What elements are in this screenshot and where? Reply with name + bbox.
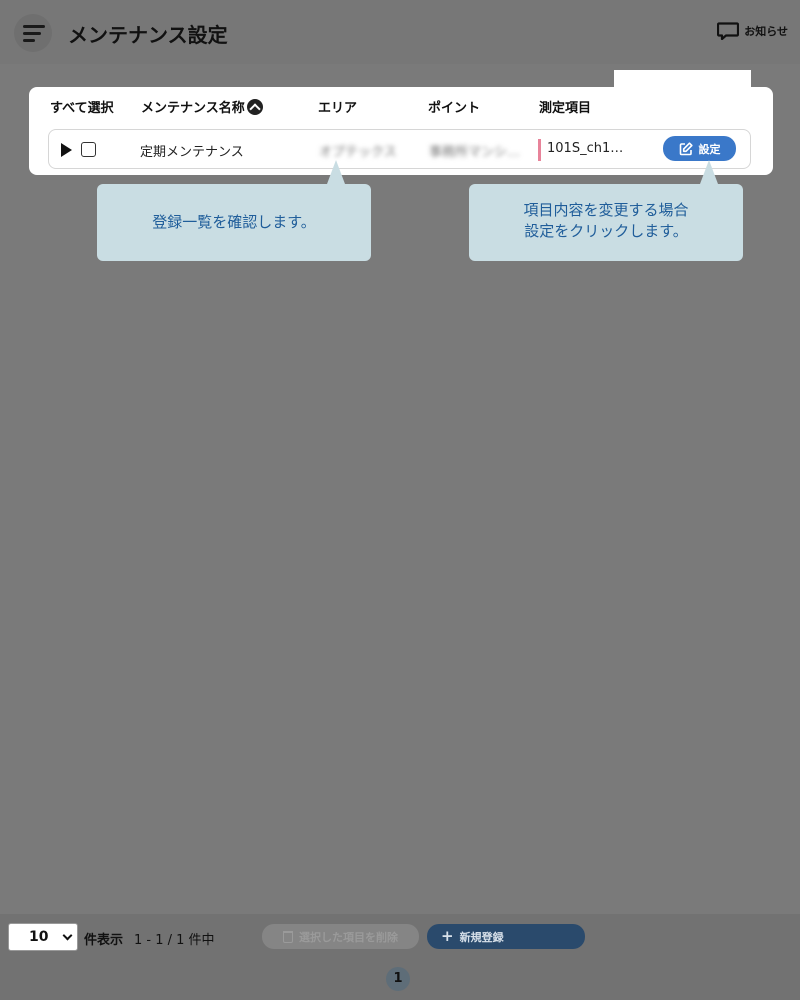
chevron-down-icon xyxy=(62,930,73,941)
delete-selected-label: 選択した項目を削除 xyxy=(299,930,398,944)
maintenance-table: すべて選択 メンテナンス名称 エリア ポイント 測定項目 定期メンテナンス オプ… xyxy=(29,87,773,175)
page-title: メンテナンス設定 xyxy=(68,23,228,47)
callout-edit-settings: 項目内容を変更する場合 設定をクリックします。 xyxy=(469,160,743,261)
expand-triangle-icon[interactable] xyxy=(61,143,72,157)
column-header-name[interactable]: メンテナンス名称 xyxy=(141,97,263,116)
sort-ascending-icon[interactable] xyxy=(246,99,263,115)
settings-button-label: 設定 xyxy=(698,142,721,156)
select-all-header[interactable]: すべて選択 xyxy=(50,97,114,116)
trash-icon xyxy=(283,930,293,943)
notice-button[interactable]: お知らせ xyxy=(717,22,788,41)
result-range: 1 - 1 / 1 件中 xyxy=(134,933,215,948)
callout-pointer xyxy=(700,160,718,184)
callout-check-list: 登録一覧を確認します。 xyxy=(97,160,371,261)
maintenance-name: 定期メンテナンス xyxy=(140,145,244,160)
callout-right-line1: 項目内容を変更する場合 xyxy=(523,201,689,219)
delete-selected-button[interactable]: 選択した項目を削除 xyxy=(262,924,419,949)
column-header-measure: 測定項目 xyxy=(539,101,592,116)
chat-bubble-icon xyxy=(717,22,740,41)
app-header: メンテナンス設定 お知らせ xyxy=(0,0,800,64)
pagination-page[interactable]: 1 xyxy=(386,967,410,991)
row-checkbox[interactable] xyxy=(81,142,96,157)
measure-value: 101S_ch1… xyxy=(547,141,624,156)
new-registration-button[interactable]: + 新規登録 xyxy=(427,924,585,949)
menu-icon[interactable] xyxy=(14,14,52,52)
column-header-area: エリア xyxy=(318,101,358,116)
measure-color-bar xyxy=(538,139,541,161)
callout-right-line2: 設定をクリックします。 xyxy=(524,222,688,240)
area-value: オプテックス xyxy=(319,145,397,160)
per-page-value: 10 xyxy=(29,929,49,945)
edit-icon xyxy=(679,141,693,156)
settings-button[interactable]: 設定 xyxy=(663,136,736,161)
per-page-label: 件表示 xyxy=(84,933,124,948)
table-footer: 10 件表示 1 - 1 / 1 件中 選択した項目を削除 + 新規登録 1 xyxy=(0,914,800,1000)
callout-left-text: 登録一覧を確認します。 xyxy=(152,213,316,231)
column-header-name-label: メンテナンス名称 xyxy=(141,101,245,116)
table-row: 定期メンテナンス オプテックス 事務所マンシ… 101S_ch1… 設定 xyxy=(48,129,751,169)
per-page-select[interactable]: 10 xyxy=(8,923,78,951)
notice-label: お知らせ xyxy=(744,25,788,38)
point-value: 事務所マンシ… xyxy=(429,145,521,160)
callout-pointer xyxy=(327,160,345,184)
plus-icon: + xyxy=(441,927,454,945)
column-header-point: ポイント xyxy=(428,101,481,116)
new-registration-label: 新規登録 xyxy=(459,930,504,944)
